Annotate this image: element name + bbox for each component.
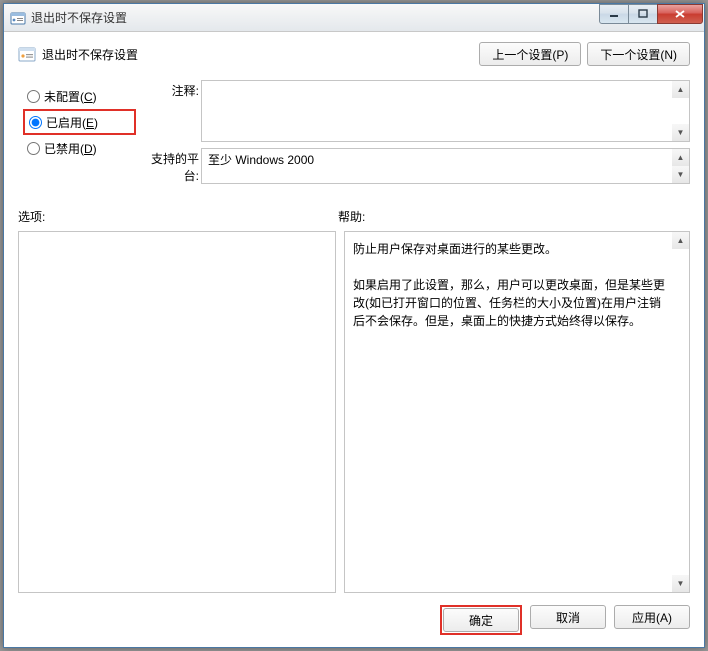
ok-highlight: 确定 xyxy=(440,605,522,635)
options-label: 选项: xyxy=(18,208,338,225)
minimize-icon xyxy=(609,9,619,19)
cancel-button[interactable]: 取消 xyxy=(530,605,606,629)
header-row: 退出时不保存设置 上一个设置(P) 下一个设置(N) xyxy=(18,42,690,66)
comment-row: 注释: ▲ ▼ xyxy=(136,80,690,142)
dialog-button-row: 确定 取消 应用(A) xyxy=(18,605,690,635)
radio-disabled[interactable]: 已禁用(D) xyxy=(23,135,136,161)
policy-icon xyxy=(18,45,36,63)
policy-title: 退出时不保存设置 xyxy=(42,46,473,63)
apply-button[interactable]: 应用(A) xyxy=(614,605,690,629)
prev-setting-button[interactable]: 上一个设置(P) xyxy=(479,42,581,66)
radio-column: 未配置(C) 已启用(E) 已禁用(D) xyxy=(18,78,136,161)
policy-app-icon xyxy=(10,10,26,26)
next-setting-button[interactable]: 下一个设置(N) xyxy=(587,42,690,66)
window-buttons xyxy=(600,4,703,24)
maximize-button[interactable] xyxy=(628,4,658,24)
minimize-button[interactable] xyxy=(599,4,629,24)
fields-column: 注释: ▲ ▼ 支持的平台: 至少 Windows 2000 ▲ ▼ xyxy=(136,78,690,188)
radio-disabled-input[interactable] xyxy=(27,142,40,155)
close-icon xyxy=(674,9,686,19)
scroll-up-icon[interactable]: ▲ xyxy=(672,232,689,249)
platform-label: 支持的平台: xyxy=(136,148,201,184)
pane-labels: 选项: 帮助: xyxy=(18,208,690,225)
radio-enabled[interactable]: 已启用(E) xyxy=(23,109,136,135)
platform-box: 至少 Windows 2000 ▲ ▼ xyxy=(201,148,690,184)
radio-not-configured[interactable]: 未配置(C) xyxy=(23,83,136,109)
close-button[interactable] xyxy=(657,4,703,24)
maximize-icon xyxy=(638,9,648,19)
titlebar: 退出时不保存设置 xyxy=(4,4,704,32)
comment-textarea[interactable]: ▲ ▼ xyxy=(201,80,690,142)
comment-label: 注释: xyxy=(136,80,201,99)
platform-row: 支持的平台: 至少 Windows 2000 ▲ ▼ xyxy=(136,148,690,184)
help-label: 帮助: xyxy=(338,208,690,225)
help-pane: 防止用户保存对桌面进行的某些更改。 如果启用了此设置，那么，用户可以更改桌面，但… xyxy=(344,231,690,593)
options-pane xyxy=(18,231,336,593)
help-paragraph-1: 防止用户保存对桌面进行的某些更改。 xyxy=(353,240,669,258)
panes: 防止用户保存对桌面进行的某些更改。 如果启用了此设置，那么，用户可以更改桌面，但… xyxy=(18,231,690,593)
scroll-up-icon[interactable]: ▲ xyxy=(672,81,689,98)
help-paragraph-2: 如果启用了此设置，那么，用户可以更改桌面，但是某些更改(如已打开窗口的位置、任务… xyxy=(353,276,669,330)
radio-not-configured-input[interactable] xyxy=(27,90,40,103)
scroll-down-icon[interactable]: ▼ xyxy=(672,166,689,183)
radio-disabled-label: 已禁用(D) xyxy=(44,140,97,157)
radio-not-configured-label: 未配置(C) xyxy=(44,88,97,105)
scroll-down-icon[interactable]: ▼ xyxy=(672,575,689,592)
radio-enabled-label: 已启用(E) xyxy=(46,114,98,131)
client-area: 退出时不保存设置 上一个设置(P) 下一个设置(N) 未配置(C) 已启用(E) xyxy=(4,32,704,647)
ok-button[interactable]: 确定 xyxy=(443,608,519,632)
platform-value: 至少 Windows 2000 xyxy=(208,153,314,167)
dialog-window: 退出时不保存设置 退出时 xyxy=(3,3,705,648)
scroll-up-icon[interactable]: ▲ xyxy=(672,149,689,166)
config-row: 未配置(C) 已启用(E) 已禁用(D) xyxy=(18,78,690,188)
radio-enabled-input[interactable] xyxy=(29,116,42,129)
scroll-down-icon[interactable]: ▼ xyxy=(672,124,689,141)
